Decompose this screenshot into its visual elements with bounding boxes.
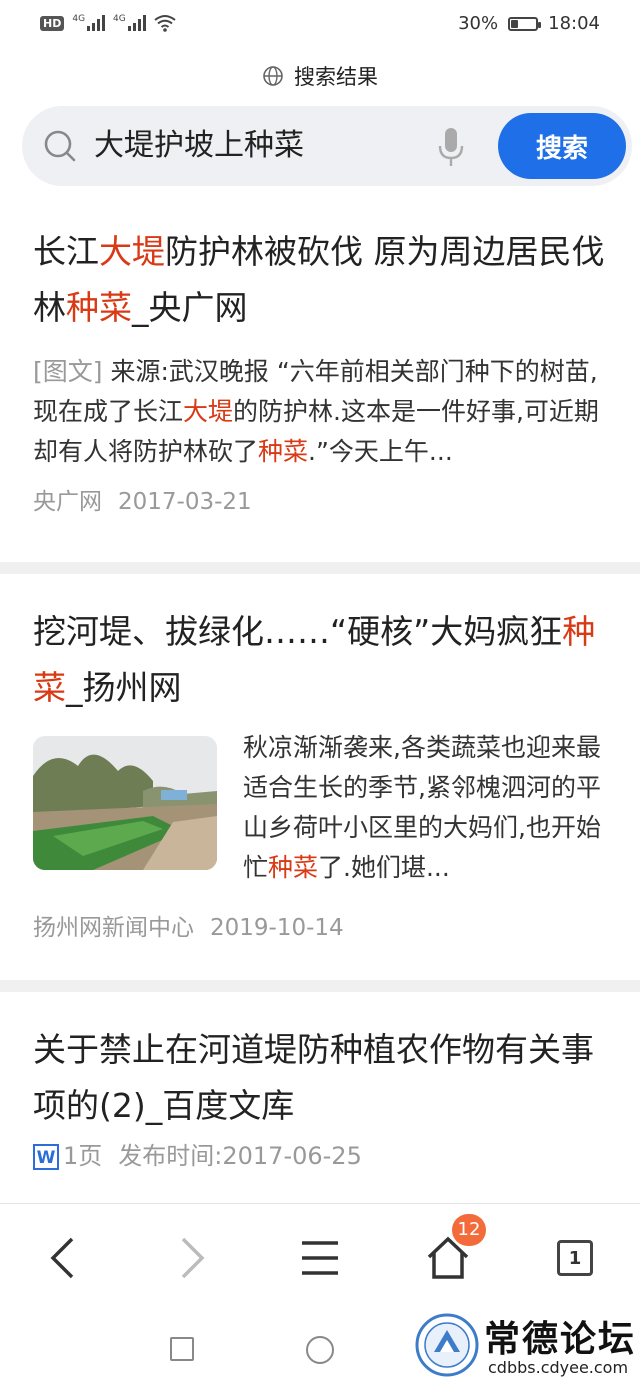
result-tag: [图文] <box>33 357 103 386</box>
sim2-label: 4G <box>113 14 126 24</box>
tabs-icon: 1 <box>557 1240 593 1276</box>
result-title[interactable]: 长江大堤防护林被砍伐 原为周边居民伐林种菜_央广网 <box>33 224 607 336</box>
result-source: 扬州网新闻中心 <box>33 915 194 941</box>
battery-icon <box>508 16 542 31</box>
result-card[interactable]: 挖河堤、拔绿化……“硬核”大妈疯狂种菜_扬州网 秋凉渐渐袭来,各类蔬菜也迎来最适… <box>0 574 640 980</box>
result-pages: 1页 <box>63 1142 103 1170</box>
result-source: 央广网 <box>33 489 102 515</box>
result-thumbnail[interactable] <box>33 736 217 870</box>
result-card[interactable]: 关于禁止在河道堤防种植农作物有关事项的(2)_百度文库 W 1页 发布时间:2017… <box>0 992 640 1174</box>
recents-button[interactable] <box>170 1337 194 1361</box>
back-button[interactable] <box>31 1226 95 1290</box>
mic-icon[interactable] <box>436 126 466 168</box>
result-snippet: 秋凉渐渐袭来,各类蔬菜也迎来最适合生长的季节,紧邻槐泗河的平山乡荷叶小区里的大妈… <box>243 733 601 882</box>
word-doc-icon: W <box>33 1144 59 1170</box>
globe-icon <box>263 66 283 86</box>
result-meta: 央广网 2017-03-21 <box>33 484 607 520</box>
battery-percent: 30% <box>458 13 499 34</box>
result-date: 2019-10-14 <box>210 915 344 941</box>
result-meta: W 1页 发布时间:2017-06-25 <box>33 1138 607 1174</box>
result-snippet: [图文] 来源:武汉晚报 “六年前相关部门种下的树苗,现在成了长江大堤的防护林.… <box>33 357 599 466</box>
search-button[interactable]: 搜索 <box>498 113 626 179</box>
watermark-name: 常德论坛 <box>484 1318 637 1360</box>
watermark-url: cdbbs.cdyee.com <box>488 1358 629 1377</box>
sim1-label: 4G <box>72 14 86 24</box>
result-title[interactable]: 挖河堤、拔绿化……“硬核”大妈疯狂种菜_扬州网 <box>33 604 607 716</box>
battery-fill <box>511 19 519 28</box>
signal-icon <box>127 15 146 31</box>
status-bar: HD 4G 4G 30% 18:04 <box>0 0 640 52</box>
result-title[interactable]: 关于禁止在河道堤防种植农作物有关事项的(2)_百度文库 <box>33 1022 607 1134</box>
results-list: 长江大堤防护林被砍伐 原为周边居民伐林种菜_央广网 [图文] 来源:武汉晚报 “… <box>0 200 640 1203</box>
watermark-logo <box>415 1313 479 1377</box>
search-icon <box>44 130 76 162</box>
wifi-icon <box>154 15 176 32</box>
menu-button[interactable] <box>288 1226 352 1290</box>
tabs-button[interactable]: 1 <box>543 1226 607 1290</box>
menu-icon <box>302 1241 338 1275</box>
page-header: 搜索结果 <box>0 56 640 96</box>
clock: 18:04 <box>548 13 600 34</box>
result-card[interactable]: 长江大堤防护林被砍伐 原为周边居民伐林种菜_央广网 [图文] 来源:武汉晚报 “… <box>0 200 640 562</box>
divider <box>0 980 640 992</box>
forward-icon <box>181 1237 205 1279</box>
home-badge: 12 <box>452 1214 486 1246</box>
back-icon <box>50 1237 74 1279</box>
signal-icon <box>87 15 106 31</box>
search-bar[interactable]: 大堤护坡上种菜 搜索 <box>22 106 632 186</box>
result-date: 2017-03-21 <box>118 489 252 515</box>
system-home-button[interactable] <box>306 1336 334 1364</box>
result-publish-date: 发布时间:2017-06-25 <box>118 1142 362 1170</box>
bottom-nav: 12 1 <box>0 1203 640 1314</box>
forward-button[interactable] <box>160 1226 224 1290</box>
divider <box>0 562 640 574</box>
page-title: 搜索结果 <box>294 65 378 89</box>
watermark: 常德论坛 cdbbs.cdyee.com <box>412 1308 640 1386</box>
search-input[interactable]: 大堤护坡上种菜 <box>94 124 304 168</box>
hd-indicator: HD <box>40 15 65 31</box>
result-meta: 扬州网新闻中心 2019-10-14 <box>33 910 607 946</box>
